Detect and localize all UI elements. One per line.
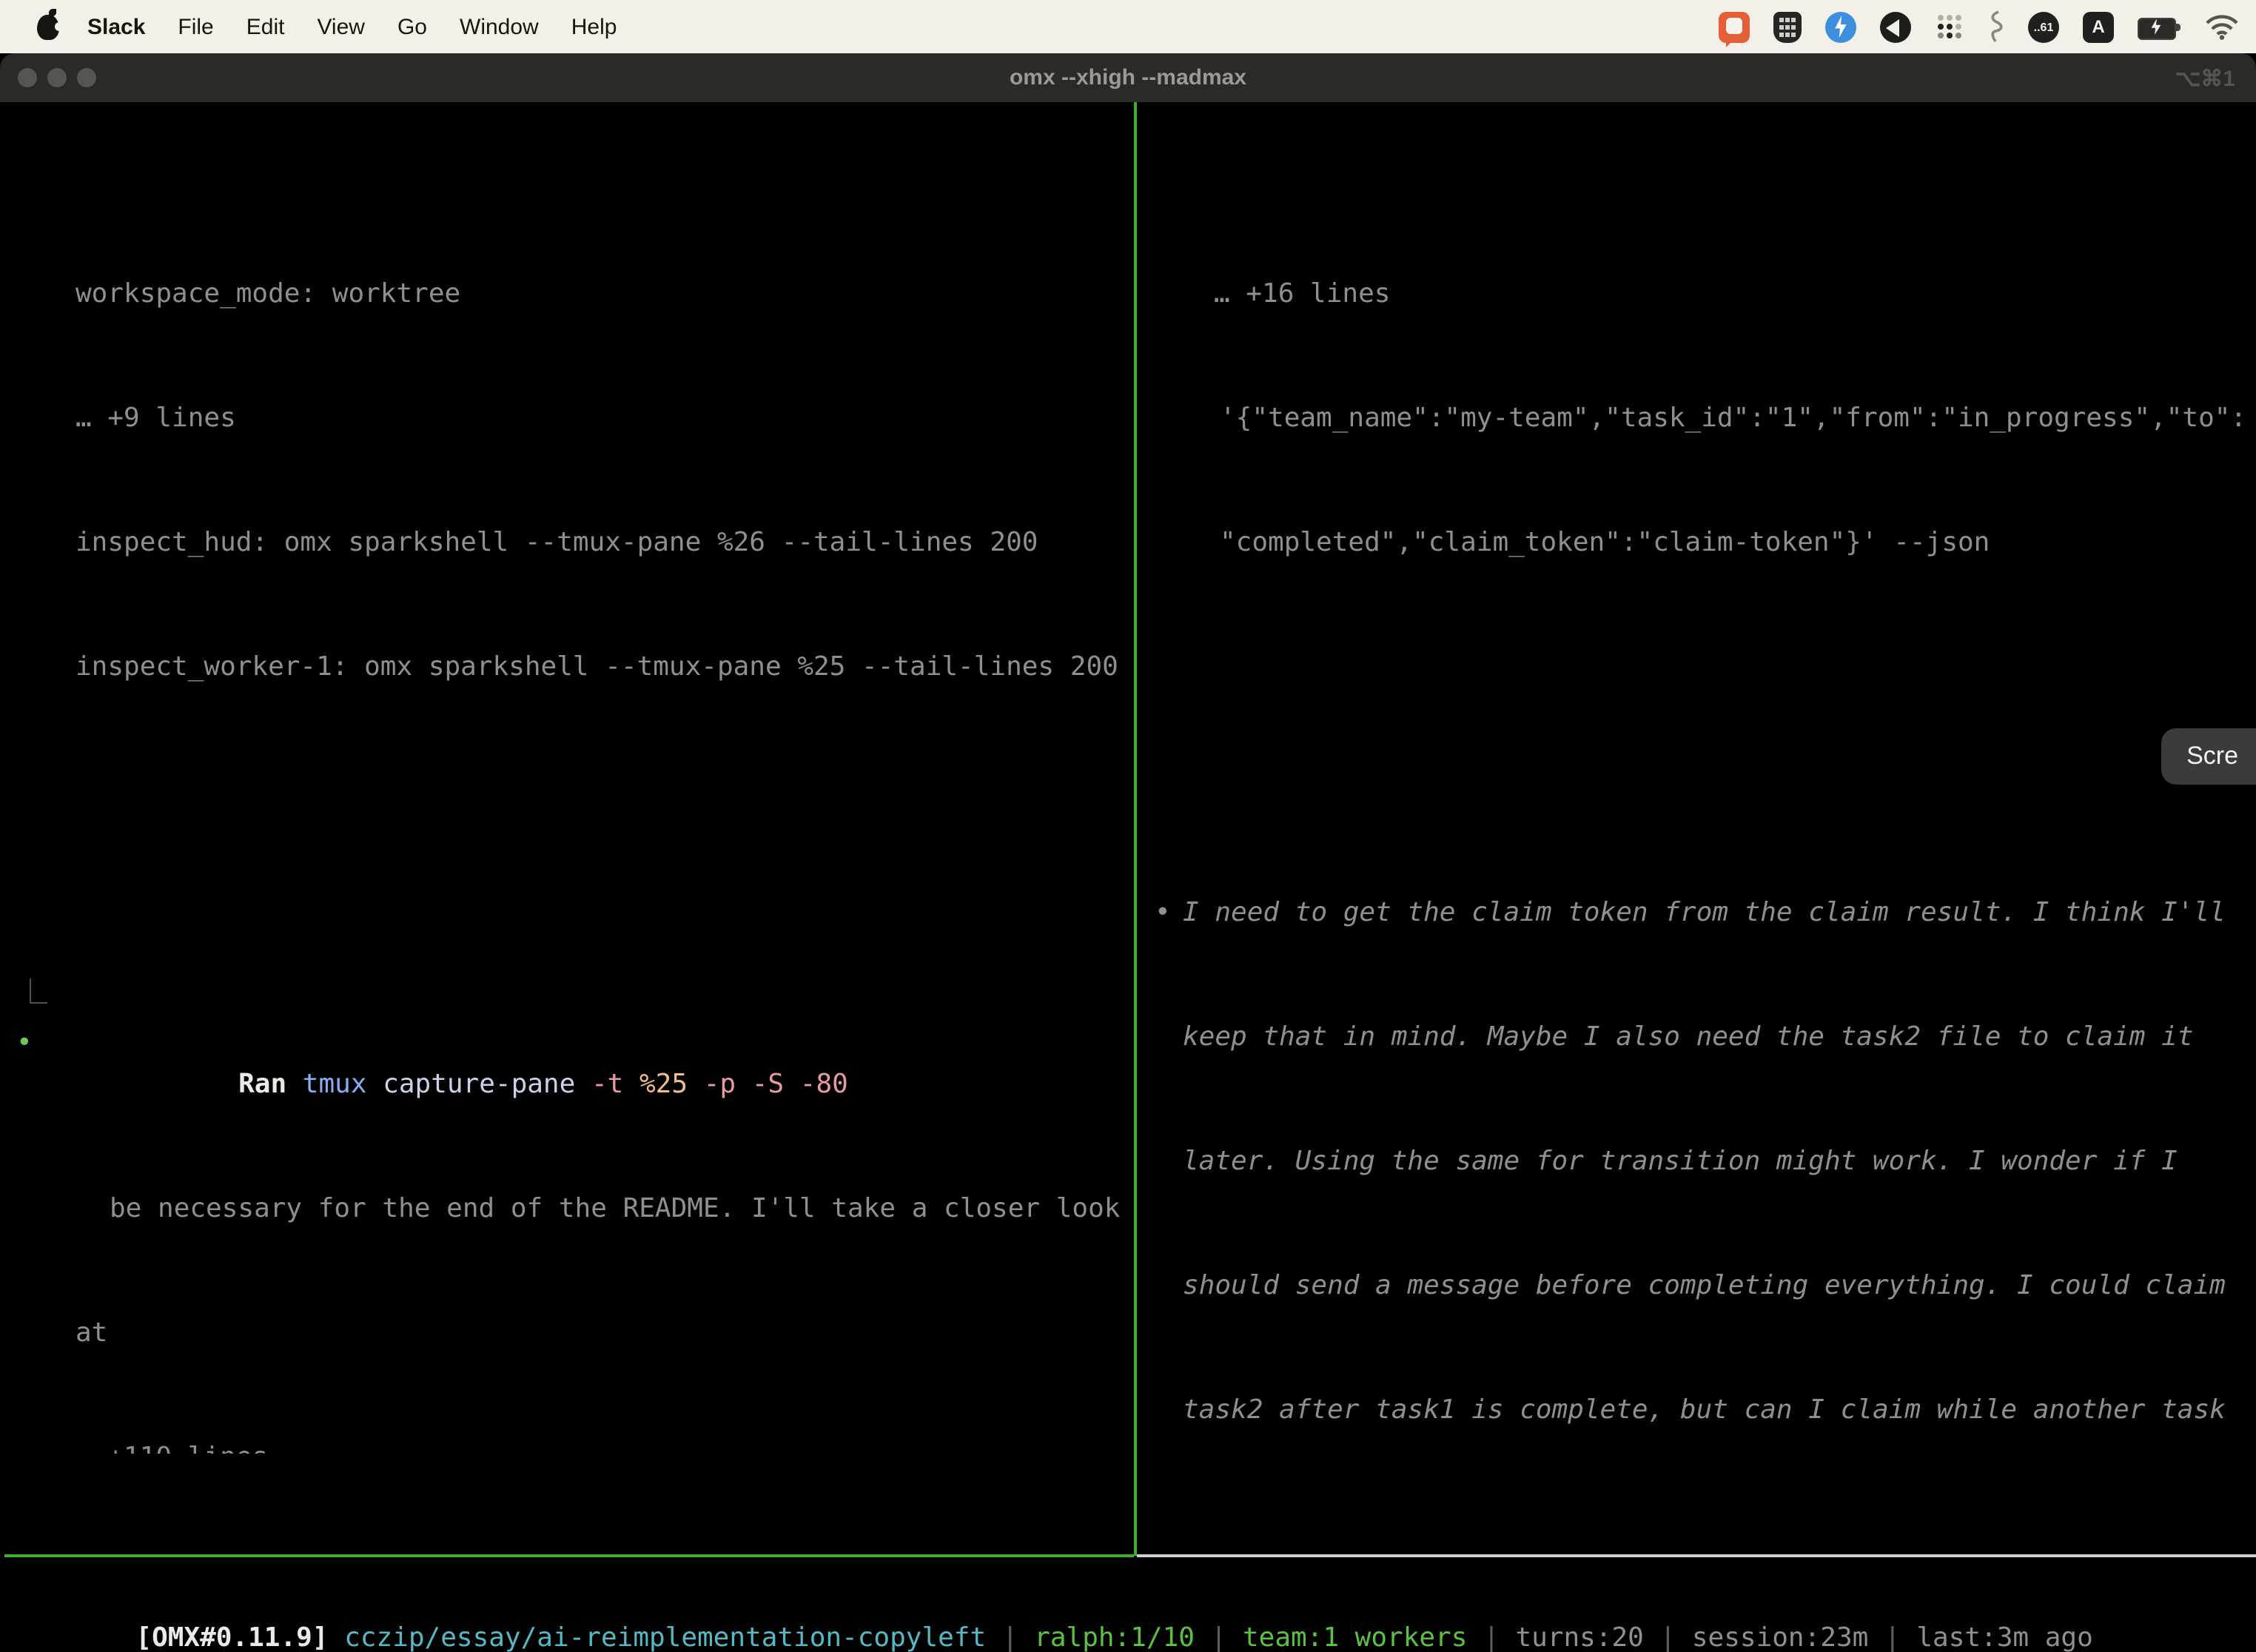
thinking-line: •I need to get the claim token from the … bbox=[1143, 893, 2256, 934]
run-bullet-icon: • bbox=[16, 1023, 33, 1064]
left-pane-border bbox=[4, 1554, 1134, 1557]
menu-item-go[interactable]: Go bbox=[381, 14, 443, 39]
squiggle-icon[interactable] bbox=[1988, 10, 2004, 43]
log-line: inspect_hud: omx sparkshell --tmux-pane … bbox=[4, 523, 1134, 564]
log-line: workspace_mode: worktree bbox=[4, 274, 1134, 315]
session-duration: session:23m bbox=[1692, 1622, 1868, 1652]
record-circle-icon[interactable] bbox=[1880, 11, 1911, 42]
title-bar[interactable]: omx --xhigh --madmax ⌥⌘1 bbox=[0, 53, 2256, 102]
thinking-line: keep that in mind. Maybe I also need the… bbox=[1143, 1017, 2256, 1058]
menu-item-help[interactable]: Help bbox=[555, 14, 634, 39]
output-line: '{"team_name":"my-team","task_id":"1","f… bbox=[1143, 398, 2256, 440]
command-flag: -p bbox=[704, 1069, 752, 1100]
command-flag: -80 bbox=[800, 1069, 848, 1100]
chat-app-icon[interactable] bbox=[1719, 11, 1750, 42]
command-arg: capture-pane bbox=[383, 1069, 591, 1100]
output-line: … +110 lines bbox=[4, 1437, 1134, 1454]
menu-item-view[interactable]: View bbox=[301, 14, 381, 39]
last-activity: last:3m ago bbox=[1916, 1622, 2092, 1652]
command-block-tmux: •Ran tmux capture-pane -t %25 -p -S -80 … bbox=[4, 940, 1134, 1454]
thinking-block: •I need to get the claim token from the … bbox=[1143, 810, 2256, 1454]
output-line: be necessary for the end of the README. … bbox=[4, 1189, 1134, 1230]
ran-label: Ran bbox=[238, 1069, 303, 1100]
output-connector bbox=[30, 978, 47, 1004]
log-line: … +9 lines bbox=[4, 398, 1134, 440]
thinking-line: should send a message before completing … bbox=[1143, 1266, 2256, 1307]
menu-item-edit[interactable]: Edit bbox=[230, 14, 301, 39]
ralph-counter: ralph:1/10 bbox=[1034, 1622, 1195, 1652]
battery-icon[interactable] bbox=[2138, 17, 2182, 36]
grid-shield-icon[interactable] bbox=[1773, 11, 1802, 42]
input-source-icon[interactable]: A bbox=[2083, 11, 2114, 42]
thinking-line: task2 after task1 is complete, but can I… bbox=[1143, 1390, 2256, 1431]
log-line: inspect_worker-1: omx sparkshell --tmux-… bbox=[4, 647, 1134, 688]
menubar-status-icons: ..61 A bbox=[1719, 10, 2256, 43]
zoom-button[interactable] bbox=[77, 68, 96, 87]
close-button[interactable] bbox=[18, 68, 37, 87]
thinking-line: later. Using the same for transition mig… bbox=[1143, 1141, 2256, 1183]
window-title: omx --xhigh --madmax bbox=[0, 65, 2256, 90]
command-name: tmux bbox=[303, 1069, 383, 1100]
menu-app-name[interactable]: Slack bbox=[71, 14, 161, 39]
timer-badge-icon[interactable]: ..61 bbox=[2028, 11, 2059, 42]
command-line: •Ran tmux capture-pane -t %25 -p -S -80 bbox=[4, 1023, 1134, 1064]
right-pane: … +16 lines '{"team_name":"my-team","tas… bbox=[1143, 102, 2256, 1454]
menu-item-file[interactable]: File bbox=[161, 14, 229, 39]
dots-grid-icon[interactable] bbox=[1935, 12, 1964, 41]
menu-bar: Slack File Edit View Go Window Help ..61… bbox=[0, 0, 2256, 53]
omx-status-line: [OMX#0.11.9] cczip/essay/ai-reimplementa… bbox=[7, 1577, 2250, 1652]
command-value: %25 bbox=[639, 1069, 704, 1100]
output-line: at bbox=[4, 1313, 1134, 1354]
omx-project-path: cczip/essay/ai-reimplementation-copyleft bbox=[344, 1622, 986, 1652]
menu-item-window[interactable]: Window bbox=[443, 14, 555, 39]
apple-menu-icon[interactable] bbox=[37, 14, 59, 39]
thinking-bullet-icon: • bbox=[1155, 893, 1171, 934]
left-pane: workspace_mode: worktree … +9 lines insp… bbox=[4, 102, 1134, 1454]
screen: Slack File Edit View Go Window Help ..61… bbox=[0, 0, 2256, 1652]
team-workers: team:1 workers bbox=[1243, 1622, 1467, 1652]
bolt-badge-icon[interactable] bbox=[1825, 11, 1856, 42]
turns-counter: turns:20 bbox=[1515, 1622, 1643, 1652]
minimize-button[interactable] bbox=[47, 68, 67, 87]
terminal-window: omx --xhigh --madmax ⌥⌘1 workspace_mode:… bbox=[0, 53, 2256, 1652]
terminal-content: workspace_mode: worktree … +9 lines insp… bbox=[0, 102, 2256, 1652]
command-flag: -S bbox=[752, 1069, 800, 1100]
pane-divider[interactable] bbox=[1134, 102, 1137, 1556]
wifi-icon[interactable] bbox=[2206, 14, 2238, 39]
collapsed-lines: … +16 lines bbox=[1143, 274, 2256, 315]
output-line: "completed","claim_token":"claim-token"}… bbox=[1143, 523, 2256, 564]
traffic-lights bbox=[0, 68, 96, 87]
omx-version: [OMX#0.11.9] bbox=[135, 1622, 344, 1652]
command-flag: -t bbox=[591, 1069, 639, 1100]
screen-notification[interactable]: Scre bbox=[2161, 728, 2256, 785]
right-pane-border bbox=[1137, 1554, 2256, 1557]
window-shortcut-hint: ⌥⌘1 bbox=[2175, 64, 2256, 91]
